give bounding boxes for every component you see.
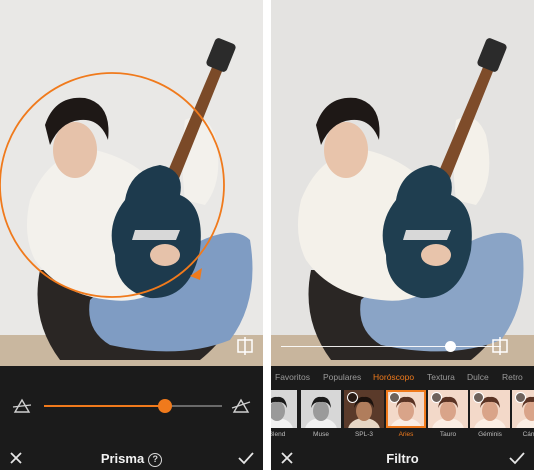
filter-label: SPL-3 bbox=[354, 431, 374, 438]
edited-photo[interactable] bbox=[0, 0, 263, 366]
panel-divider bbox=[263, 0, 271, 470]
tab-retro[interactable]: Retro bbox=[502, 372, 523, 382]
compare-icon[interactable] bbox=[236, 337, 254, 355]
filter-intensity-slider[interactable] bbox=[281, 346, 501, 347]
filter-label: Blend bbox=[271, 431, 286, 438]
filter-label: Tauro bbox=[439, 431, 457, 438]
filter-label: Cánce bbox=[522, 431, 534, 438]
help-icon[interactable]: ? bbox=[148, 453, 163, 467]
filter-thumb-aries[interactable] bbox=[386, 390, 426, 428]
filter-label: Aries bbox=[398, 431, 414, 438]
tool-title-label: Prisma bbox=[100, 451, 145, 466]
check-icon[interactable] bbox=[237, 450, 255, 466]
filter-thumb-blend[interactable] bbox=[271, 390, 297, 428]
filter-editor-panel: Favoritos Populares Horóscopo Textura Dulce R… bbox=[271, 0, 534, 470]
edited-photo[interactable] bbox=[271, 0, 534, 366]
favorite-check-icon bbox=[389, 392, 400, 403]
tool-title: Filtro bbox=[386, 451, 419, 466]
filter-thumb-cánce[interactable] bbox=[512, 390, 534, 428]
filter-thumb-tauro[interactable] bbox=[428, 390, 468, 428]
tab-favoritos[interactable]: Favoritos bbox=[275, 372, 310, 382]
filter-thumb-géminis[interactable] bbox=[470, 390, 510, 428]
tool-title: Prisma? bbox=[0, 451, 263, 467]
favorite-check-icon bbox=[431, 392, 442, 403]
compare-icon[interactable] bbox=[491, 337, 509, 355]
prism-less-icon[interactable] bbox=[12, 396, 32, 416]
slider-fill bbox=[44, 405, 166, 407]
filter-label: Géminis bbox=[478, 431, 502, 438]
filter-label: Muse bbox=[313, 431, 329, 438]
filter-thumb-muse[interactable] bbox=[301, 390, 341, 428]
favorite-check-icon bbox=[473, 392, 484, 403]
check-icon[interactable] bbox=[508, 450, 526, 466]
favorite-check-icon bbox=[347, 392, 358, 403]
slider-thumb[interactable] bbox=[158, 399, 173, 413]
favorite-check-icon bbox=[515, 392, 526, 403]
filter-thumb-spl-3[interactable] bbox=[344, 390, 384, 428]
prism-editor-panel: Prisma? bbox=[0, 0, 263, 470]
tab-populares[interactable]: Populares bbox=[323, 372, 361, 382]
tab-textura[interactable]: Textura bbox=[427, 372, 455, 382]
prism-intensity-slider[interactable] bbox=[44, 399, 222, 413]
prism-more-icon[interactable] bbox=[231, 396, 251, 416]
tab-dulce[interactable]: Dulce bbox=[467, 372, 489, 382]
tab-horóscopo[interactable]: Horóscopo bbox=[373, 372, 414, 382]
